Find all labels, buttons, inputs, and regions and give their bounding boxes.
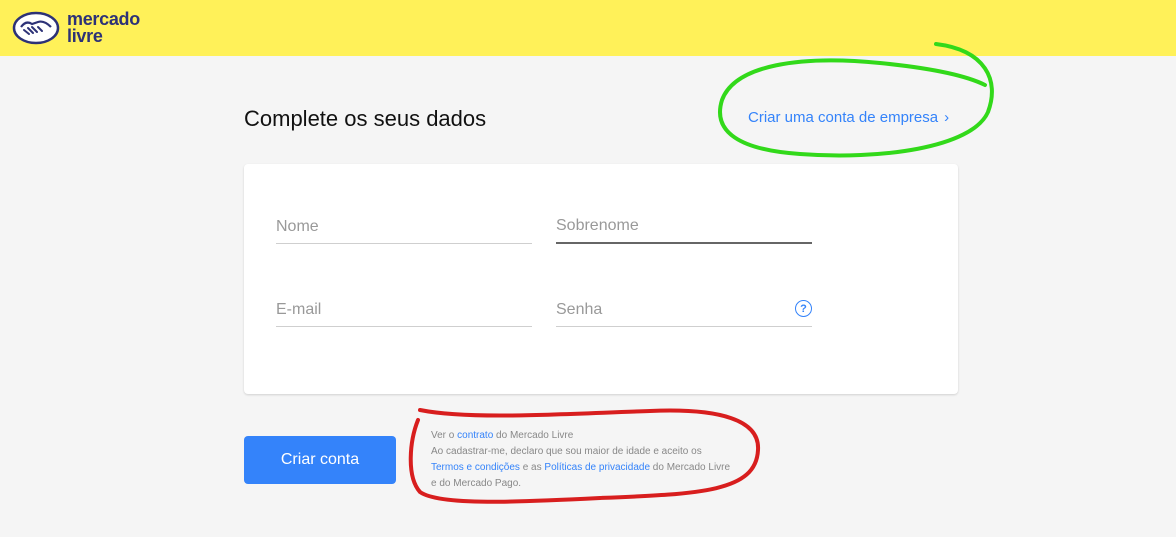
last-name-field[interactable] [556,210,812,242]
create-account-button[interactable]: Criar conta [244,436,396,484]
logo-line-2: livre [67,26,103,46]
first-name-field[interactable] [276,210,532,243]
mercado-livre-logo[interactable]: mercado livre [12,8,140,48]
page-title: Complete os seus dados [244,106,487,131]
first-name-field-wrapper [276,210,532,244]
email-field-wrapper [276,293,532,327]
green-annotation-circle [718,42,994,158]
header-bar: mercado livre [0,0,1176,56]
logo-text: mercado livre [67,10,140,46]
terms-line1-pre: Ver o [431,430,458,441]
chevron-right-icon: › [944,109,950,126]
terms-line2: Ao cadastrar-me, declaro que sou maior d… [431,446,702,457]
last-name-field-wrapper [556,210,812,244]
terms-text: Ver o contrato do Mercado Livre Ao cadas… [431,428,731,492]
terms-conditions-link[interactable]: Termos e condições [431,462,520,473]
password-field[interactable] [556,293,812,326]
terms-line1-post: do Mercado Livre [493,430,574,441]
company-link-label: Criar uma conta de empresa [748,109,939,126]
signup-form-card: ? [244,164,958,394]
password-field-wrapper: ? [556,293,812,327]
terms-and-text: e as [519,462,545,473]
privacy-policy-link[interactable]: Políticas de privacidade [544,462,650,473]
email-field[interactable] [276,293,532,326]
contract-link[interactable]: contrato [457,430,493,441]
create-company-account-link[interactable]: Criar uma conta de empresa › [748,109,949,126]
handshake-icon [12,11,60,45]
password-help-icon[interactable]: ? [795,300,812,317]
